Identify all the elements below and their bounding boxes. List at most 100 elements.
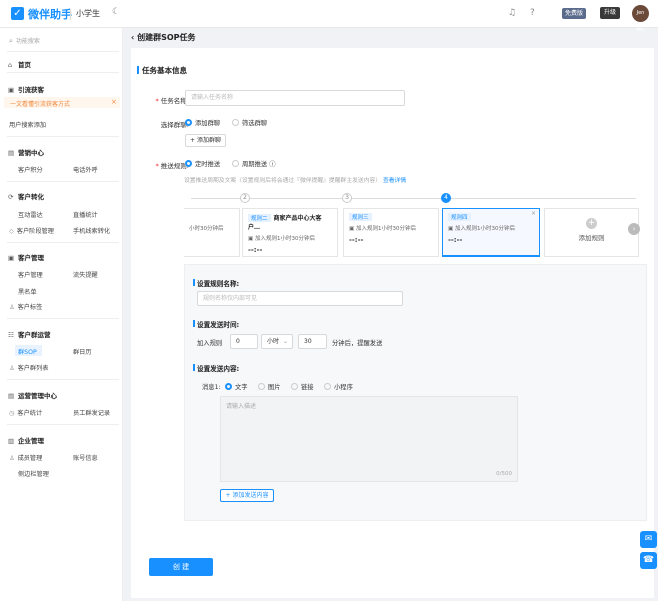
chat-icon[interactable]: ✉: [640, 531, 657, 548]
group-label: 企业管理: [18, 437, 44, 445]
radio-label: 添加群聊: [195, 120, 221, 127]
group-label: 客户管理: [18, 254, 44, 262]
clock-icon: ◷: [9, 410, 15, 417]
sidebar-item-staff-mgmt[interactable]: ♙ 成员管理: [9, 453, 42, 462]
step-4[interactable]: 4: [441, 193, 451, 203]
home-icon: ⌂: [8, 61, 13, 69]
sidebar-item-stage-mgmt[interactable]: ◇ 客户阶段管理: [9, 226, 54, 235]
sidebar-item-customer-mgmt[interactable]: 客户管理: [18, 270, 43, 279]
task-name-label: * 任务名称:: [155, 97, 189, 105]
group-label: 运营管理中心: [18, 392, 57, 400]
rule-tag: 规则四: [448, 213, 471, 221]
radio-add-group[interactable]: 添加群聊: [185, 118, 220, 127]
page-title[interactable]: ‹ 创建群SOP任务: [131, 32, 196, 43]
rule-card-2[interactable]: 规则二 商家产品中心大客户… ▣ 加入规则1小时30分钟后 --:--: [242, 208, 338, 257]
sidebar-item-points[interactable]: 客户积分: [18, 165, 43, 174]
avatar[interactable]: Jen Wu: [632, 5, 649, 33]
sidebar-item-phone-convert[interactable]: 手机线索转化: [73, 226, 110, 235]
rule-card-partial[interactable]: 小时30分钟后: [184, 208, 240, 257]
brand-logo-icon: ✓: [11, 7, 24, 20]
send-time-title: 设置发送时间:: [192, 320, 240, 329]
upgrade-button[interactable]: 升级: [600, 7, 621, 19]
content-textarea[interactable]: 请输入描述 0/500: [220, 396, 518, 482]
radio-unchecked-icon: [324, 383, 331, 390]
rule-header: 规则四 ×: [448, 210, 536, 221]
sidebar-item-home[interactable]: ⌂ 首页: [8, 59, 31, 69]
sidebar-item-group-calendar[interactable]: 群日历: [73, 347, 92, 356]
sidebar-item-customer-stats[interactable]: ◷ 客户统计: [9, 408, 42, 417]
group-ops-center: ▤ 运营管理中心: [8, 390, 57, 400]
help-icon[interactable]: ?: [530, 8, 535, 18]
step-2[interactable]: 2: [240, 193, 250, 203]
vip-badge[interactable]: 免费版: [562, 8, 587, 19]
sidebar-item-account-info[interactable]: 账号信息: [73, 453, 98, 462]
type-image[interactable]: 图片: [258, 382, 281, 391]
rule-name-input[interactable]: 规则名称仅内部可见: [197, 291, 403, 306]
sidebar-item-group-sop[interactable]: 群SOP: [18, 347, 37, 356]
close-icon[interactable]: ×: [111, 98, 117, 106]
divider: [7, 424, 119, 425]
sidebar-item-phone-call[interactable]: 电话外呼: [73, 165, 98, 174]
building-icon: ▥: [8, 437, 15, 445]
divider: [7, 51, 119, 52]
sidebar-item-live-stats[interactable]: 直播统计: [73, 210, 98, 219]
tip-link[interactable]: 查看详情: [383, 178, 406, 184]
marketing-icon: ▤: [8, 149, 15, 157]
customer-icon: ▣: [8, 254, 15, 262]
step-3[interactable]: 3: [342, 193, 352, 203]
task-name-input[interactable]: 请输入任务名称: [185, 90, 405, 106]
org-switcher[interactable]: 小学生: [76, 8, 100, 19]
minutes-input[interactable]: 30: [298, 334, 327, 349]
join-hours-input[interactable]: 0: [230, 334, 258, 349]
sidebar-item-churn[interactable]: 流失提醒: [73, 270, 98, 279]
rule-card-4[interactable]: 规则四 × ▣ 加入规则1小时30分钟后 --:--: [442, 208, 540, 257]
sidebar-item-highlight[interactable]: 一文看懂引流获客方式: [10, 99, 70, 108]
radio-timed-push[interactable]: 定时推送: [185, 159, 220, 168]
sidebar-item-interact-radar[interactable]: 互动雷达: [18, 210, 43, 219]
radio-label: 链接: [301, 384, 314, 391]
headset-icon[interactable]: ☎: [640, 552, 657, 569]
add-content-button[interactable]: + 添加发送内容: [220, 489, 274, 502]
radio-filter-group[interactable]: 筛选群聊: [232, 118, 267, 127]
sidebar-item-customer-tags[interactable]: ♙ 客户标签: [9, 302, 42, 311]
chevron-down-icon: ⌄: [282, 338, 288, 345]
scroll-right-icon[interactable]: ›: [628, 223, 640, 235]
type-text[interactable]: 文字: [225, 382, 248, 391]
brand-name: 微伴助手: [28, 8, 72, 21]
group-acquire: ▣ 引流获客: [8, 84, 44, 94]
type-link[interactable]: 链接: [291, 382, 314, 391]
form-card: 任务基本信息 * 任务名称: 请输入任务名称 选择群聊: 添加群聊 筛选群聊 +…: [131, 48, 654, 598]
function-search-input[interactable]: ⌕ 功能搜索: [7, 34, 117, 48]
radio-periodic-push[interactable]: 周期推送 ⓘ: [232, 159, 276, 168]
rule-line: ▣ 加入规则1小时30分钟后: [349, 224, 433, 232]
radio-unchecked-icon: [232, 119, 239, 126]
tip-text: 设置推送周期及文案（设置规则后将会通过『微伴提醒』提醒群主发送内容）: [184, 178, 382, 184]
header-divider: [70, 9, 71, 20]
rule-line-text: 加入规则1小时30分钟后: [355, 226, 416, 232]
unit-select[interactable]: 小时 ⌄: [261, 334, 293, 349]
rule-card-3[interactable]: 规则三 ▣ 加入规则1小时30分钟后 --:--: [343, 208, 439, 257]
bell-icon[interactable]: ♫: [508, 8, 516, 18]
radio-label: 图片: [268, 384, 281, 391]
sidebar-item-user-search[interactable]: 用户搜索添加: [9, 120, 46, 129]
message-label: 消息1:: [202, 384, 221, 391]
item-label: 客户群列表: [17, 365, 49, 372]
sidebar-item-staff-records[interactable]: 员工群发记录: [73, 408, 110, 417]
home-label: 首页: [18, 61, 31, 69]
sidebar-item-sidebar-bar[interactable]: 侧边栏管理: [18, 469, 49, 478]
group-marketing: ▤ 营销中心: [8, 147, 44, 157]
moon-icon[interactable]: ☾: [112, 7, 120, 17]
radio-label: 周期推送 ⓘ: [242, 161, 276, 168]
user-icon: ♙: [9, 455, 15, 462]
group-label: 营销中心: [18, 149, 44, 157]
sidebar-item-blacklist[interactable]: 黑名单: [18, 287, 37, 296]
push-tip: 设置推送周期及文案（设置规则后将会通过『微伴提醒』提醒群主发送内容） 查看详情: [184, 175, 406, 184]
calendar-icon: ▣: [248, 236, 255, 242]
create-button[interactable]: 创 建: [149, 558, 213, 576]
page-title-text: 创建群SOP任务: [137, 33, 196, 42]
type-miniprogram[interactable]: 小程序: [324, 382, 353, 391]
sidebar-item-group-list[interactable]: ♙ 客户群列表: [9, 363, 49, 372]
add-group-button[interactable]: + 添加群聊: [185, 134, 226, 147]
close-icon[interactable]: ×: [531, 210, 536, 217]
add-rule-card[interactable]: + 添加规则: [544, 208, 639, 257]
